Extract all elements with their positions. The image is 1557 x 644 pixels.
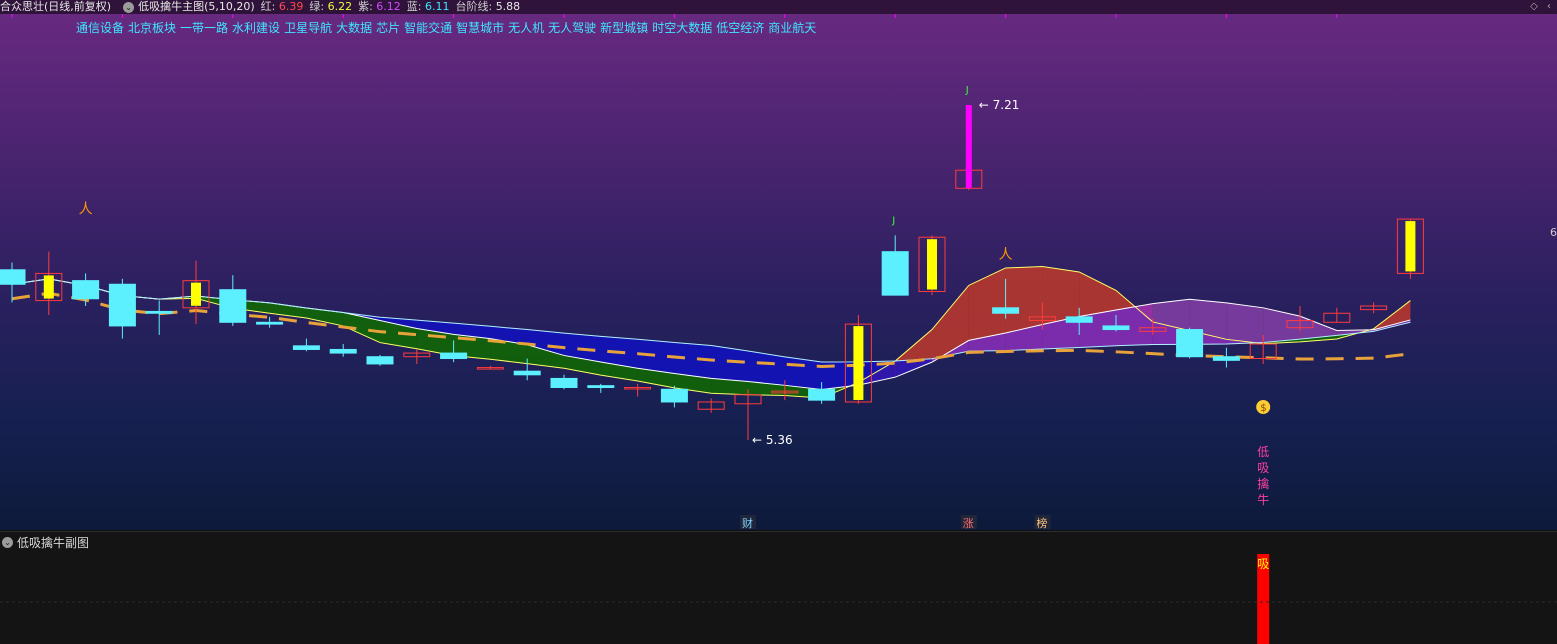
sub-panel-title[interactable]: 低吸擒牛副图 (17, 534, 89, 551)
indicator-value-label: 台阶线: (455, 0, 496, 13)
indicator-value-label: 紫: (358, 0, 377, 13)
candle-body (72, 280, 100, 300)
concept-tag[interactable]: 智能交通 (404, 21, 452, 35)
concept-tag[interactable]: 通信设备 (76, 21, 124, 35)
indicator-value-label: 红: (260, 0, 279, 13)
indicator-value-number: 5.88 (495, 0, 521, 13)
diamond-icon[interactable]: ◇ (1530, 1, 1538, 12)
concept-tag[interactable]: 芯片 (376, 21, 400, 35)
strong-up-core (43, 275, 54, 299)
signal-char: 擒 (1257, 476, 1269, 491)
main-chart-panel[interactable]: ← 7.21 ← 5.36 J J 人人 $ 低吸擒牛财涨榜 合众思壮(日线,前复权) ⌄ … (0, 0, 1557, 530)
candle-body (329, 348, 357, 354)
candlestick-chart[interactable]: ← 7.21← 5.36JJ人人$低吸擒牛财涨榜 (0, 0, 1557, 530)
candle-body (513, 370, 541, 376)
concept-tag[interactable]: 一带一路 (180, 21, 228, 35)
concept-tag[interactable]: 无人驾驶 (548, 21, 596, 35)
indicator-value-label: 蓝: (406, 0, 425, 13)
concept-tag[interactable]: 智慧城市 (456, 21, 504, 35)
chevron-down-icon[interactable]: ⌄ (123, 1, 135, 13)
concept-tag[interactable]: 低空经济 (716, 21, 764, 35)
concept-tag[interactable]: 商业航天 (768, 21, 816, 35)
money-bag-icon-glyph: $ (1260, 403, 1266, 414)
concept-tag[interactable]: 卫星导航 (284, 21, 332, 35)
bottom-marker: 涨 (963, 517, 974, 530)
strong-up-core (1405, 221, 1416, 272)
indicator-value-4: 台阶线: 5.88 (455, 0, 520, 13)
indicator-value-number: 6.11 (424, 0, 450, 13)
concept-tag[interactable]: 新型城镇 (600, 21, 648, 35)
ma-ribbon-segment (968, 267, 1006, 341)
ma-ribbon-segment (1116, 303, 1153, 346)
strong-up-core (853, 326, 864, 400)
price-axis-label: 6 (1550, 226, 1557, 239)
ma-ribbon-segment (1263, 307, 1300, 343)
candle-body (992, 307, 1020, 314)
ma-ribbon-segment (1226, 302, 1264, 345)
j-marker: J (965, 85, 969, 96)
candle-body (1102, 325, 1130, 331)
ma-ribbon-segment (711, 345, 748, 382)
candle-body (1065, 316, 1093, 323)
walker-icon: 人 (79, 201, 93, 217)
candle-body (550, 377, 578, 388)
concept-tag[interactable]: 水利建设 (232, 21, 280, 35)
candle-body (108, 283, 136, 327)
upper-shadow-highlight (965, 105, 972, 189)
candle-body (587, 385, 615, 388)
walker-icon: 人 (999, 247, 1013, 263)
concept-tags: 通信设备 北京板块 一带一路 水利建设 卫星导航 大数据 芯片 智能交通 智慧城市 无人机 无人驾驶… (76, 19, 820, 36)
indicator-value-0: 红: 6.39 (261, 0, 304, 13)
indicator-value-1: 绿: 6.22 (309, 0, 352, 13)
signal-char: 牛 (1257, 492, 1269, 507)
signal-bar-label: 吸 (1257, 557, 1269, 571)
title-bar: 合众思壮(日线,前复权) ⌄ 低吸擒牛主图(5,10,20) 红: 6.39 绿:… (0, 0, 1557, 14)
sub-panel-header: ⌄ 低吸擒牛副图 (2, 534, 89, 551)
concept-tag[interactable]: 时空大数据 (652, 21, 712, 35)
candle-body (881, 251, 909, 296)
candle-body (1176, 329, 1204, 358)
candle-body (292, 345, 320, 350)
high-price-label: ← 7.21 (979, 98, 1020, 112)
strong-up-core (191, 282, 201, 306)
candle-body (0, 269, 26, 285)
chevron-down-icon[interactable]: ⌄ (2, 537, 13, 548)
signal-char: 低 (1257, 445, 1269, 459)
bottom-marker: 财 (742, 516, 753, 530)
ma-ribbon-segment (1042, 266, 1080, 325)
ma-ribbon-segment (1079, 271, 1116, 317)
stock-name[interactable]: 合众思壮(日线,前复权) (0, 0, 111, 14)
candle-body (145, 310, 173, 314)
candle-body (808, 388, 836, 401)
indicator-value-3: 蓝: 6.11 (407, 0, 450, 13)
indicator-value-label: 绿: (309, 0, 328, 13)
sub-chart-panel[interactable]: 吸 ⌄ 低吸擒牛副图 (0, 531, 1557, 644)
bottom-marker: 榜 (1036, 516, 1047, 530)
j-marker: J (891, 215, 895, 226)
corner-icons: ◇ ‹ (1524, 0, 1551, 14)
ma-ribbon-segment (1005, 266, 1043, 333)
chevron-left-circle-icon[interactable]: ‹ (1547, 1, 1551, 12)
candle-body (219, 289, 247, 323)
strong-up-core (927, 239, 937, 290)
indicator-value-2: 紫: 6.12 (358, 0, 401, 13)
indicator-values: 红: 6.39 绿: 6.22 紫: 6.12 蓝: 6.11 台阶线: 5.88 (261, 0, 527, 14)
candle-body (1212, 356, 1240, 361)
candle-body (366, 356, 394, 365)
concept-tag[interactable]: 无人机 (508, 21, 544, 35)
sub-chart[interactable]: 吸 (0, 532, 1557, 644)
ma-ribbon-segment (784, 356, 822, 390)
candle-body (256, 321, 284, 325)
indicator-value-number: 6.12 (376, 0, 401, 13)
low-price-label: ← 5.36 (752, 433, 793, 447)
indicator-value-number: 6.22 (327, 0, 353, 13)
indicator-value-number: 6.39 (278, 0, 304, 13)
candle-body (660, 388, 688, 403)
concept-tag[interactable]: 大数据 (336, 21, 372, 35)
indicator-name[interactable]: 低吸擒牛主图(5,10,20) (138, 0, 255, 14)
candle-body (440, 352, 468, 360)
concept-tag[interactable]: 北京板块 (128, 21, 176, 35)
signal-char: 吸 (1257, 461, 1269, 475)
